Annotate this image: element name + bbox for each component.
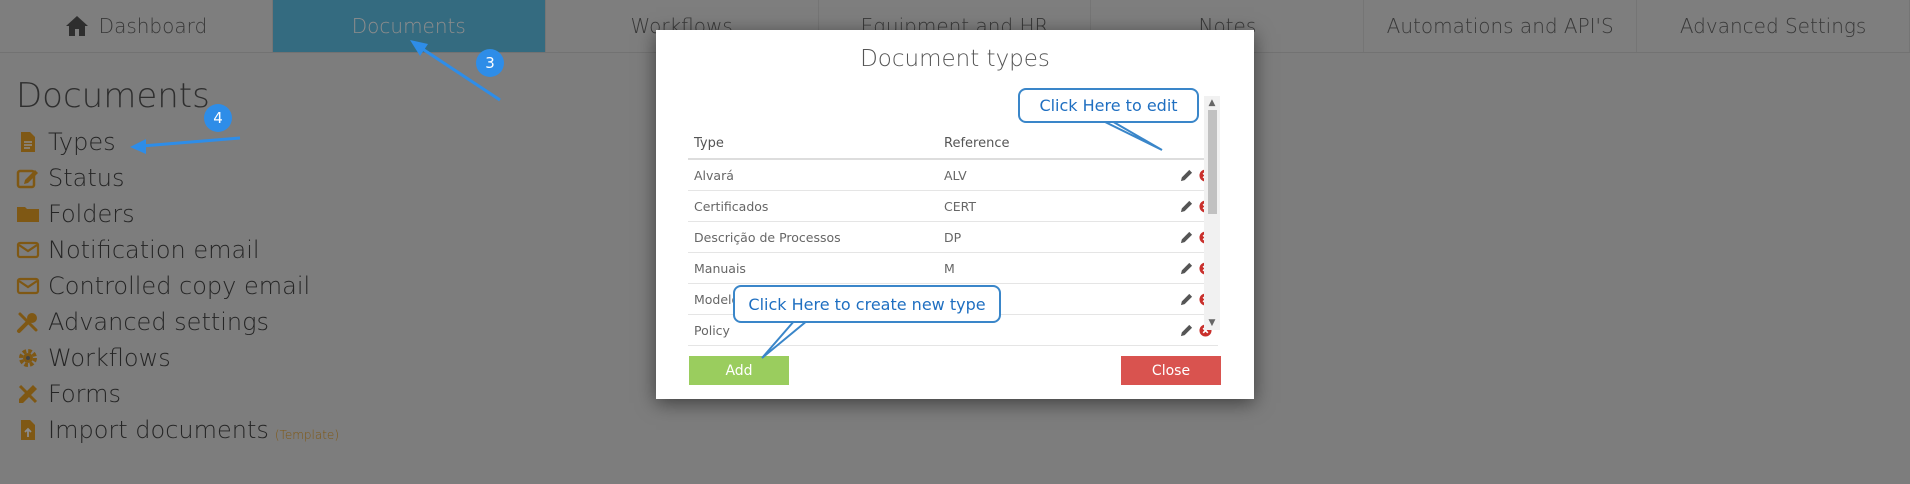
edit-callout: Click Here to edit	[1018, 88, 1199, 123]
arrow-head	[410, 40, 428, 56]
annotation-arrows	[130, 40, 1163, 359]
callout-pointer	[761, 319, 811, 359]
step-badge-3: 3	[476, 49, 504, 77]
arrow-line	[141, 136, 241, 148]
step-badge-4: 4	[204, 104, 232, 132]
create-callout: Click Here to create new type	[733, 285, 1001, 323]
arrow-head	[130, 139, 146, 154]
